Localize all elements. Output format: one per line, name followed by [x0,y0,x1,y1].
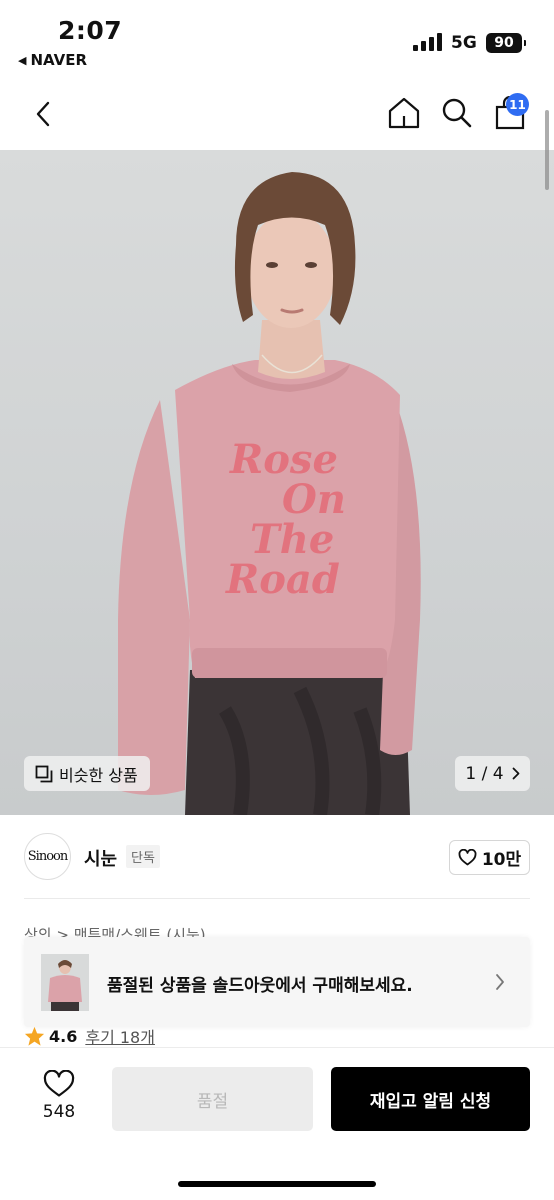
rating-row[interactable]: 4.6 후기 18개 [24,1024,155,1048]
battery-level: 90 [494,35,514,51]
shirt-print-line: The [250,516,335,563]
chevron-right-icon [496,974,504,990]
review-count-link[interactable]: 후기 18개 [85,1024,155,1048]
shirt-print-line: On [282,476,346,523]
image-pager[interactable]: 1 / 4 [455,756,530,791]
similar-label: 비슷한 상품 [59,765,138,785]
soldout-banner[interactable]: 품절된 상품을 솔드아웃에서 구매해보세요. [24,937,530,1027]
home-indicator[interactable] [178,1181,376,1187]
similar-icon [35,765,53,782]
brand-name[interactable]: 시눈 [84,845,117,871]
brand-logo-text: Sinoon [27,849,68,864]
like-button[interactable]: 10만 [449,840,530,875]
back-icon [36,101,50,127]
soldout-button[interactable]: 품절 [112,1067,313,1131]
shirt-print-line: Road [226,556,340,603]
back-app-label: NAVER [30,51,88,69]
back-button[interactable] [26,96,60,132]
divider [24,898,530,899]
chevron-right-icon [512,767,519,780]
search-icon [442,98,472,128]
wishlist-count: 548 [42,1102,76,1122]
back-to-app-link[interactable]: ◀ NAVER [18,51,87,69]
signal-icon [413,33,442,51]
exclusive-tag: 단독 [126,845,160,868]
top-nav [0,80,554,150]
search-button[interactable] [438,94,476,132]
banner-thumbnail [41,954,89,1011]
heart-icon [458,849,477,866]
shirt-print: Rose On The Road [226,440,386,600]
page-scrollbar[interactable] [545,110,549,190]
restock-alert-button[interactable]: 재입고 알림 신청 [331,1067,530,1131]
network-label: 5G [451,33,477,53]
back-triangle-icon: ◀ [18,53,27,67]
status-bar: 2:07 ◀ NAVER 5G 90 [0,0,554,80]
pager-label: 1 / 4 [465,763,504,784]
home-button[interactable] [385,94,423,132]
star-icon [24,1026,45,1046]
home-icon [388,97,420,129]
heart-icon [43,1070,75,1097]
similar-products-button[interactable]: 비슷한 상품 [24,756,150,791]
cart-count-badge: 11 [506,93,529,116]
shirt-print-line: Rose [230,436,338,483]
rating-score: 4.6 [49,1026,78,1046]
product-image[interactable]: Rose On The Road [0,150,554,815]
battery-icon: 90 [486,33,526,53]
like-count: 10만 [481,850,522,870]
banner-text: 품절된 상품을 솔드아웃에서 구매해보세요. [107,976,413,996]
wishlist-button[interactable]: 548 [27,1070,91,1122]
status-time: 2:07 [58,16,123,45]
brand-logo[interactable]: Sinoon [24,833,71,880]
